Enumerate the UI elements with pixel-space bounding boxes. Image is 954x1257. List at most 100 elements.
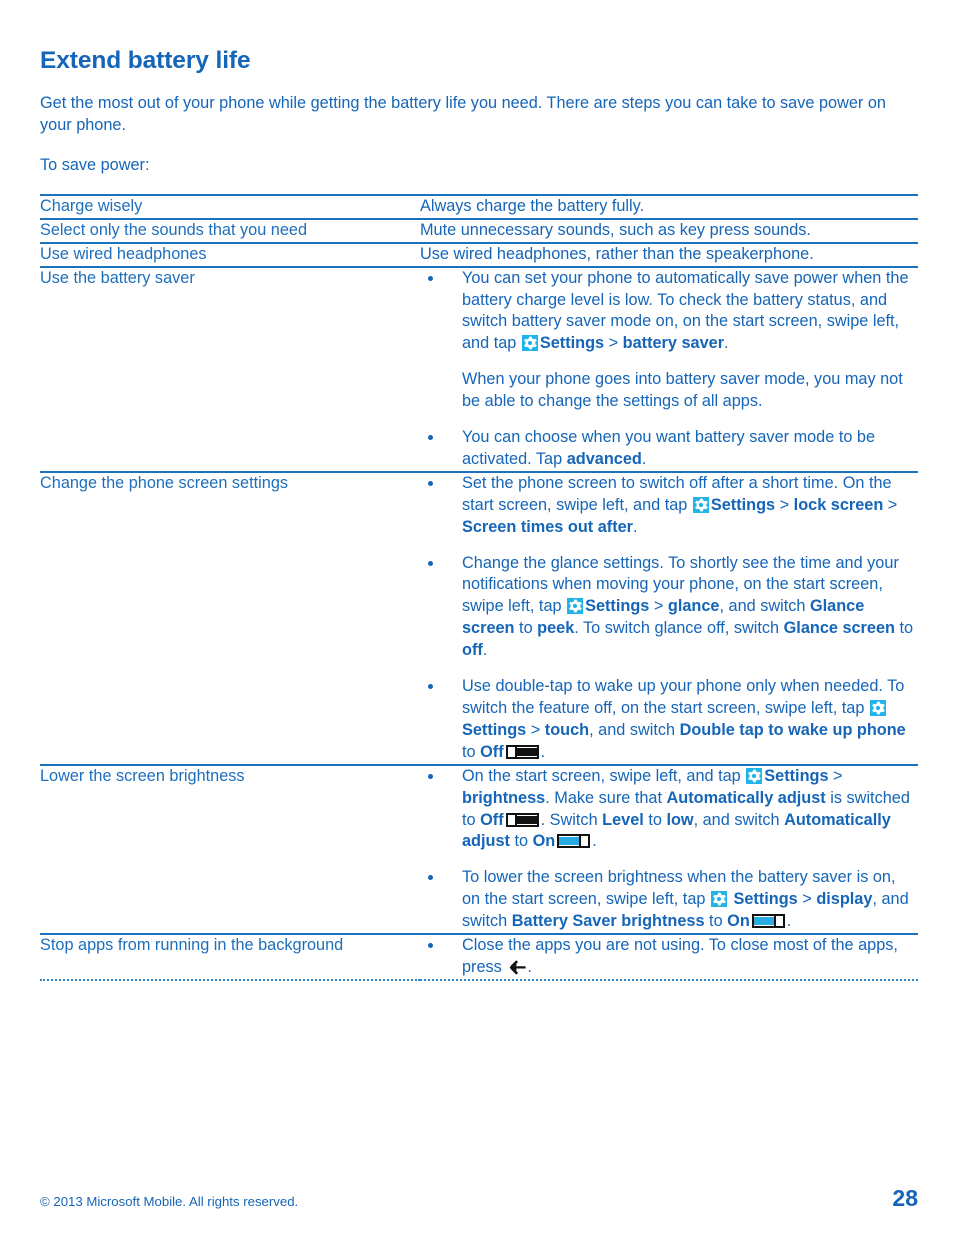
bold-text: Double tap to wake up phone xyxy=(679,720,906,739)
plain-text: . Make sure that xyxy=(545,788,667,807)
bold-text: Settings xyxy=(462,720,527,739)
bullet-dot-icon xyxy=(428,560,433,566)
bullet-dot-icon xyxy=(428,943,433,949)
bold-text: Off xyxy=(480,810,504,829)
bold-text: display xyxy=(816,890,873,909)
copyright-notice: © 2013 Microsoft Mobile. All rights rese… xyxy=(40,1194,299,1209)
toggle-thumb xyxy=(773,916,783,927)
toggle-switch-off-icon xyxy=(505,744,539,759)
toggle-track xyxy=(753,917,775,926)
bullet-text: You can choose when you want battery sav… xyxy=(462,428,876,468)
bold-text: On xyxy=(532,832,556,851)
bullet-dot-icon xyxy=(428,435,433,441)
list-item: Set the phone screen to switch off after… xyxy=(420,473,918,539)
plain-text: > xyxy=(828,766,843,785)
row-description: Always charge the battery fully. xyxy=(420,196,645,215)
bullet-dot-icon xyxy=(428,773,433,779)
bullet-dot-icon xyxy=(428,480,433,486)
row-term: Select only the sounds that you need xyxy=(40,220,308,239)
plain-text: . xyxy=(724,334,729,353)
plain-text: > xyxy=(604,334,623,353)
bold-text: Glance screen xyxy=(783,619,895,638)
plain-text: to xyxy=(643,810,667,829)
row-description: Mute unnecessary sounds, such as key pre… xyxy=(420,220,811,239)
lead-paragraph: To save power: xyxy=(40,156,150,175)
bold-text: Level xyxy=(602,810,644,829)
table-row: Charge wisely Always charge the battery … xyxy=(40,194,918,219)
toggle-track xyxy=(559,837,581,846)
list-item: You can set your phone to automatically … xyxy=(420,268,918,413)
table-row: Change the phone screen settings Set the… xyxy=(40,471,918,765)
row-description: Close the apps you are not using. To clo… xyxy=(420,934,918,980)
bold-text: off xyxy=(462,641,483,660)
list-item: Change the glance settings. To shortly s… xyxy=(420,553,918,663)
plain-text: . xyxy=(527,957,532,976)
toggle-thumb xyxy=(507,746,517,757)
settings-gear-icon xyxy=(567,598,584,615)
bold-text: Settings xyxy=(733,890,798,909)
settings-gear-icon xyxy=(869,700,886,716)
toggle-track xyxy=(515,815,537,824)
bullet-dot-icon xyxy=(428,875,433,881)
page-title: Extend battery life xyxy=(40,47,251,74)
plain-text: , and switch xyxy=(719,597,810,616)
plain-text: . xyxy=(592,832,597,851)
bold-text: battery saver xyxy=(622,334,725,353)
bold-text: brightness xyxy=(462,788,546,807)
plain-text: > xyxy=(797,890,817,909)
plain-text: . xyxy=(482,641,488,660)
settings-gear-icon xyxy=(521,335,538,352)
save-power-table: Charge wisely Always charge the battery … xyxy=(40,194,918,981)
table-row: Use the battery saver You can set your p… xyxy=(40,266,918,472)
bullet-dot-icon xyxy=(428,275,433,281)
plain-text: > xyxy=(775,495,794,514)
plain-text: , and switch xyxy=(589,720,680,739)
list-item: Close the apps you are not using. To clo… xyxy=(420,935,918,979)
plain-text: . xyxy=(633,517,638,536)
plain-text: to xyxy=(704,912,728,931)
plain-text: to xyxy=(894,619,914,638)
plain-text: . xyxy=(786,912,792,931)
list-item: To lower the screen brightness when the … xyxy=(420,867,918,933)
sub-paragraph: When your phone goes into battery saver … xyxy=(462,370,903,411)
list-item: On the start screen, swipe left, and tap… xyxy=(420,766,918,854)
plain-text: to xyxy=(509,832,533,851)
plain-text: > xyxy=(526,720,545,739)
bold-text: Battery Saver brightness xyxy=(511,912,705,931)
intro-paragraph: Get the most out of your phone while get… xyxy=(40,94,886,135)
row-term: Use wired headphones xyxy=(40,244,207,263)
bold-text: Settings xyxy=(585,597,650,616)
table-row: Use wired headphones Use wired headphone… xyxy=(40,242,918,267)
bold-text: low xyxy=(666,810,694,829)
row-description: You can set your phone to automatically … xyxy=(420,267,918,472)
bold-text: Settings xyxy=(539,334,605,353)
table-row: Lower the screen brightness On the start… xyxy=(40,764,918,934)
list-item: Use double-tap to wake up your phone onl… xyxy=(420,676,918,764)
page-content: Extend battery life Get the most out of … xyxy=(40,46,918,981)
bold-text: advanced xyxy=(566,449,642,468)
bold-text: Settings xyxy=(764,766,829,785)
back-arrow-icon xyxy=(509,960,526,975)
toggle-switch-on-icon xyxy=(751,914,785,929)
row-term: Lower the screen brightness xyxy=(40,766,245,785)
bullet-list: Close the apps you are not using. To clo… xyxy=(420,935,918,979)
row-description: On the start screen, swipe left, and tap… xyxy=(420,765,918,934)
plain-text: > xyxy=(649,597,668,616)
page-number: 28 xyxy=(892,1185,918,1211)
row-term: Use the battery saver xyxy=(40,268,195,287)
row-term: Change the phone screen settings xyxy=(40,473,289,492)
bold-text: peek xyxy=(537,619,575,638)
plain-text: , and switch xyxy=(693,810,785,829)
plain-text: > xyxy=(883,495,898,514)
bold-text: Settings xyxy=(710,495,776,514)
toggle-thumb xyxy=(507,814,517,825)
bullet-list: You can set your phone to automatically … xyxy=(420,268,918,471)
bold-text: Automatically adjust xyxy=(666,788,826,807)
bullet-text: Use double-tap to wake up your phone onl… xyxy=(462,677,905,717)
toggle-switch-on-icon xyxy=(557,834,591,849)
document-page: Extend battery life Get the most out of … xyxy=(0,0,954,1257)
row-description: Set the phone screen to switch off after… xyxy=(420,472,918,765)
plain-text: . Switch xyxy=(540,810,603,829)
table-row: Stop apps from running in the background… xyxy=(40,934,918,980)
plain-text: . xyxy=(540,742,546,761)
